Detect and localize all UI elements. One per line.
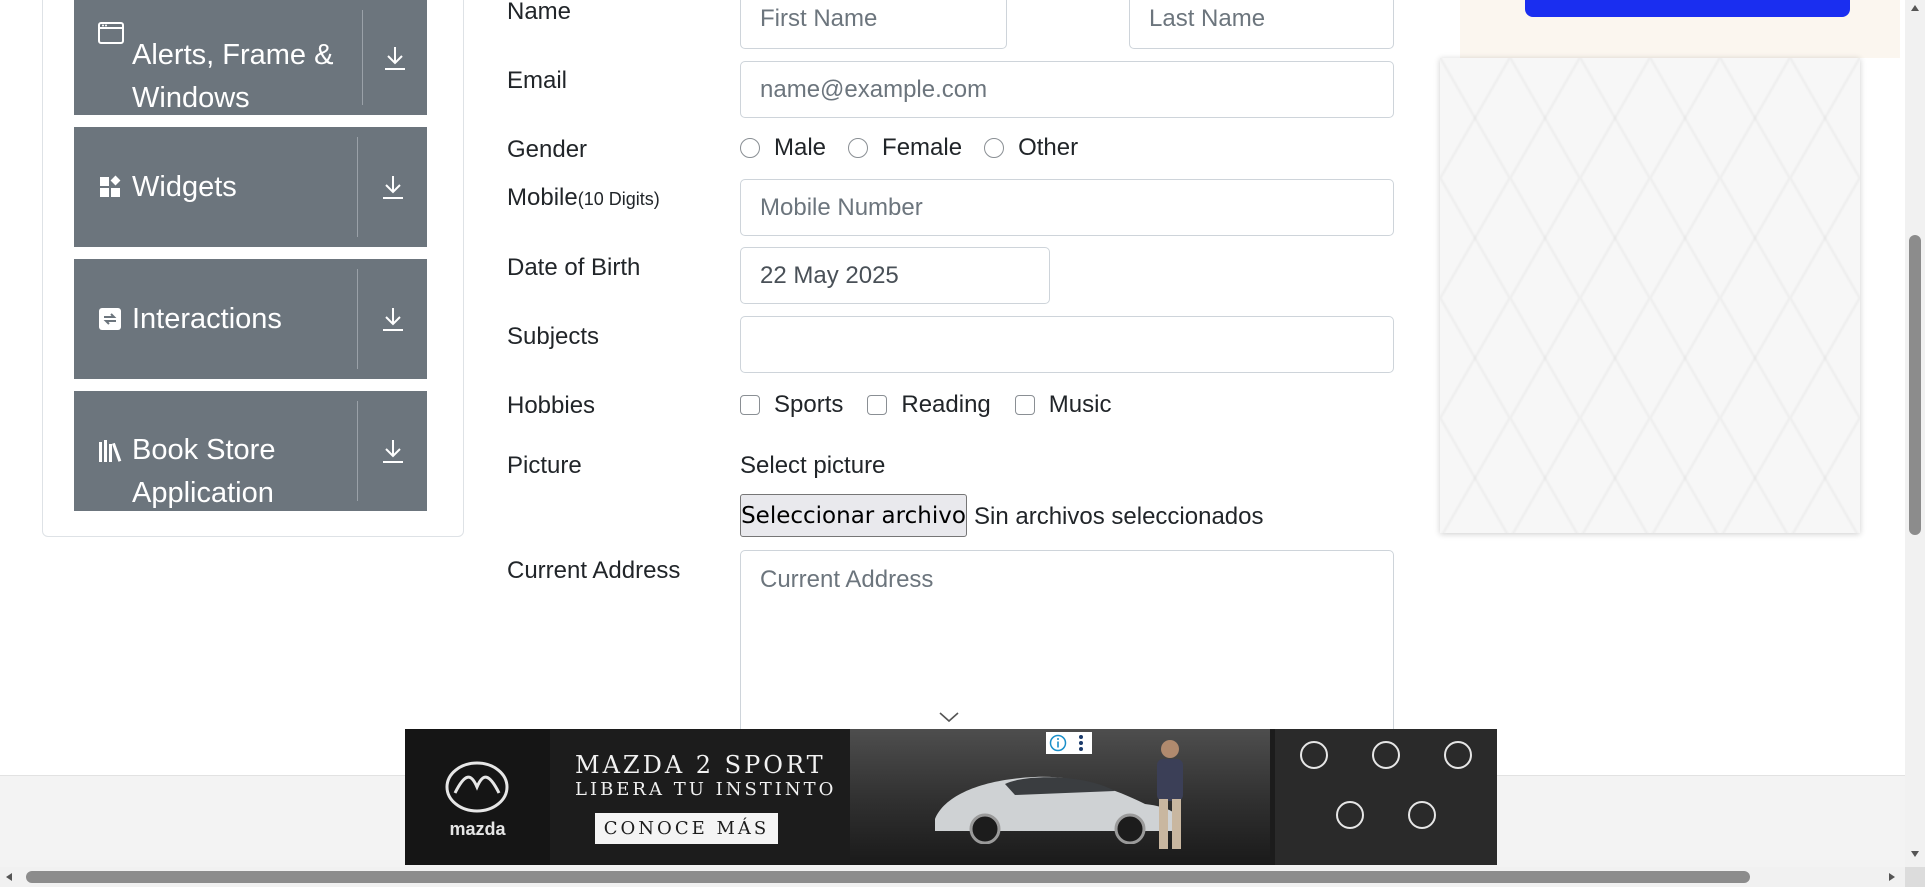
checkbox-label: Sports (774, 391, 844, 418)
mobile-label: Mobile(10 Digits) (507, 184, 660, 212)
file-status-text: Sin archivos seleccionados (974, 503, 1264, 530)
checkbox-label: Reading (901, 391, 991, 418)
books-icon (98, 439, 124, 463)
sidebar-group-label: Interactions (132, 302, 282, 335)
window-icon (98, 22, 124, 44)
interactions-icon (98, 307, 124, 331)
radio-label: Other (1018, 134, 1079, 161)
sidebar-group-label: Book Store Application (132, 434, 276, 509)
last-name-input[interactable]: Last Name (1129, 0, 1394, 49)
feature-icon (1423, 741, 1493, 773)
right-ad-panel (1440, 58, 1860, 533)
gender-label: Gender (507, 136, 588, 163)
hobbies-checkbox-group: Sports Reading Music (740, 391, 1133, 419)
horizontal-scroll-thumb[interactable] (26, 871, 1750, 883)
scroll-left-icon[interactable] (5, 872, 13, 882)
scrollbar-corner (1905, 867, 1925, 887)
feature-icon (1387, 801, 1457, 833)
feature-icon (1315, 801, 1385, 833)
checkbox[interactable] (740, 395, 760, 415)
radio-label: Male (774, 134, 827, 161)
sidebar-group-label: Widgets (132, 170, 237, 203)
ad-cta-button[interactable]: CONOCE MÁS (595, 813, 778, 844)
vertical-scroll-thumb[interactable] (1909, 235, 1921, 535)
first-name-input[interactable]: First Name (740, 0, 1007, 49)
more-options-icon[interactable] (1070, 732, 1092, 754)
ad-title: MAZDA 2 SPORT (575, 751, 826, 779)
dob-label: Date of Birth (507, 254, 641, 281)
current-address-label: Current Address (507, 557, 681, 584)
ad-brand: mazda (449, 819, 506, 839)
radio-button[interactable] (848, 138, 869, 158)
mobile-label-text: Mobile (507, 184, 578, 211)
chevron-down-icon (938, 710, 960, 729)
feature-icon (1351, 741, 1421, 773)
subjects-input[interactable] (740, 316, 1394, 373)
info-icon[interactable] (1046, 732, 1070, 754)
ad-subtitle: LIBERA TU INSTINTO (575, 779, 837, 800)
feature-icon (1279, 741, 1349, 773)
checkbox[interactable] (867, 395, 888, 415)
mobile-hint: (10 Digits) (577, 189, 660, 209)
gender-option-other[interactable]: Other (984, 134, 1078, 162)
radio-button[interactable] (984, 138, 1005, 158)
ad-banner[interactable]: mazda MAZDA 2 SPORT LIBERA TU INSTINTO C… (405, 729, 1497, 865)
current-address-textarea[interactable]: Current Address (740, 550, 1394, 740)
download-icon[interactable] (358, 259, 427, 379)
mazda-logo: mazda (405, 729, 550, 865)
choose-file-button[interactable]: Seleccionar archivo (740, 494, 967, 537)
email-label: Email (507, 67, 568, 94)
email-input[interactable]: name@example.com (740, 61, 1394, 118)
ad-features-panel (1275, 729, 1497, 865)
name-label: Name (507, 0, 572, 25)
subjects-label: Subjects (507, 323, 600, 350)
hobby-option-reading[interactable]: Reading (867, 391, 991, 419)
radio-button[interactable] (740, 138, 760, 158)
sidebar-group-label: Alerts, Frame & Windows (132, 39, 334, 114)
right-ad-button[interactable] (1525, 0, 1850, 17)
sidebar-group-interactions[interactable]: Interactions (74, 259, 427, 379)
scroll-up-icon[interactable] (1910, 4, 1920, 12)
gender-option-male[interactable]: Male (740, 134, 826, 162)
widgets-icon (98, 175, 124, 199)
select-picture-label: Select picture (740, 452, 886, 479)
hobby-option-sports[interactable]: Sports (740, 391, 843, 419)
sidebar-group-widgets[interactable]: Widgets (74, 127, 427, 247)
download-icon[interactable] (358, 127, 427, 247)
person-image (1157, 740, 1183, 849)
gender-radio-group: Male Female Other (740, 134, 1100, 162)
checkbox[interactable] (1014, 395, 1035, 415)
mobile-input[interactable]: Mobile Number (740, 179, 1394, 236)
sidebar-group-alerts[interactable]: Alerts, Frame & Windows (74, 0, 427, 115)
ad-choices-badge[interactable] (1046, 732, 1092, 754)
download-icon[interactable] (358, 391, 427, 511)
download-icon[interactable] (363, 0, 427, 115)
scroll-down-icon[interactable] (1910, 850, 1920, 858)
gender-option-female[interactable]: Female (848, 134, 962, 162)
scroll-right-icon[interactable] (1888, 872, 1896, 882)
checkbox-label: Music (1048, 391, 1112, 418)
date-of-birth-input[interactable]: 22 May 2025 (740, 247, 1050, 304)
sidebar-group-book-store[interactable]: Book Store Application (74, 391, 427, 511)
hobbies-label: Hobbies (507, 392, 596, 419)
picture-label: Picture (507, 452, 582, 479)
radio-label: Female (882, 134, 963, 161)
hobby-option-music[interactable]: Music (1014, 391, 1112, 419)
